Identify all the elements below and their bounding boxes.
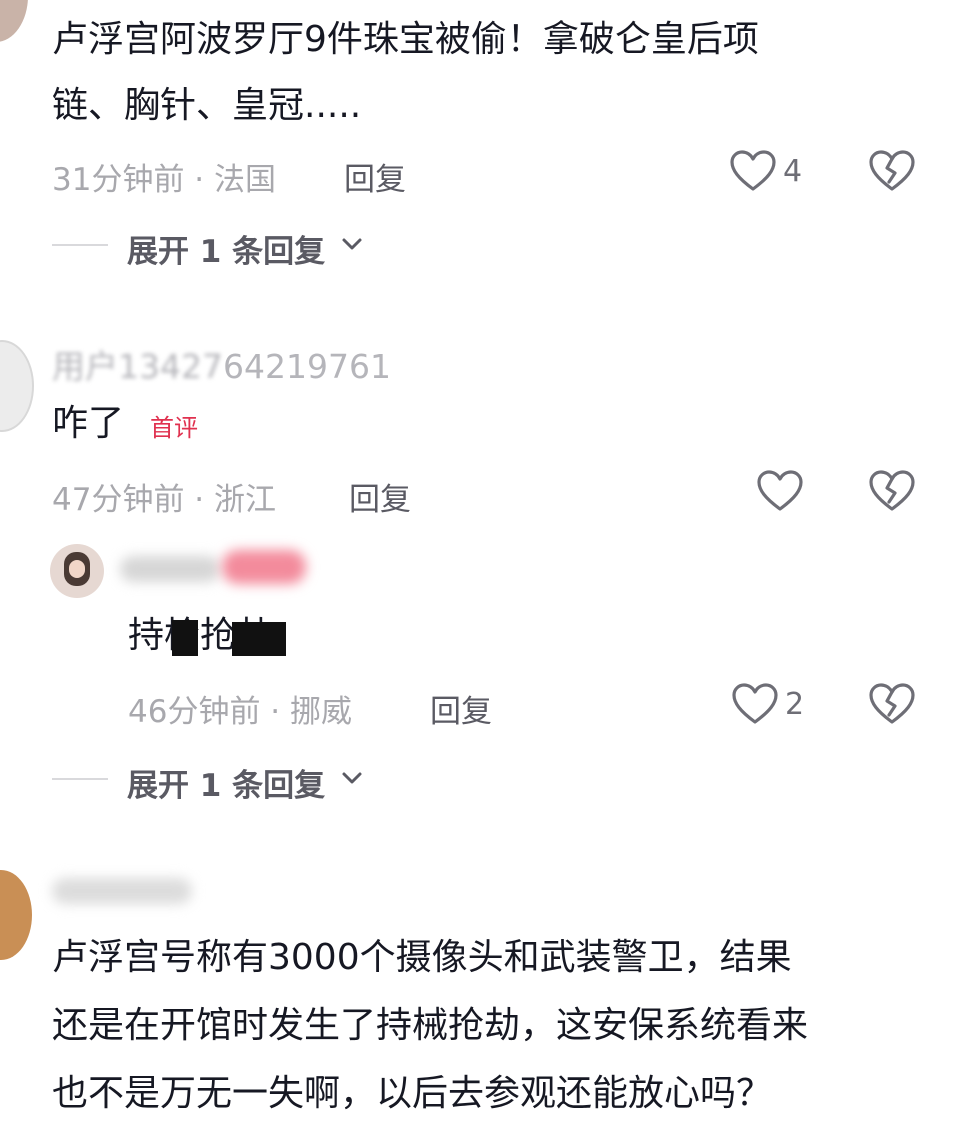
username-redacted bbox=[222, 550, 306, 584]
avatar[interactable] bbox=[0, 870, 32, 960]
text-redaction bbox=[232, 622, 286, 656]
reply-button[interactable]: 回复 bbox=[349, 474, 411, 519]
reply-button[interactable]: 回复 bbox=[344, 154, 406, 199]
comment-time-location: 47分钟前 · 浙江 bbox=[52, 482, 277, 518]
broken-heart-icon[interactable] bbox=[869, 470, 915, 512]
chevron-down-icon[interactable] bbox=[341, 236, 363, 252]
reply-time-location: 46分钟前 · 挪威 bbox=[128, 694, 353, 730]
reply-button[interactable]: 回复 bbox=[430, 686, 492, 731]
avatar[interactable] bbox=[0, 340, 34, 432]
like-count: 4 bbox=[783, 154, 803, 189]
expand-replies-button[interactable]: 展开 1 条回复 bbox=[127, 226, 325, 271]
heart-outline-icon[interactable] bbox=[732, 683, 778, 725]
chevron-down-icon[interactable] bbox=[341, 770, 363, 786]
username-tail: 64219761 bbox=[222, 347, 391, 386]
broken-heart-icon[interactable] bbox=[869, 683, 915, 725]
heart-outline-icon[interactable] bbox=[730, 150, 776, 192]
like-count: 2 bbox=[785, 687, 805, 722]
expand-divider bbox=[52, 244, 108, 246]
expand-divider bbox=[52, 778, 108, 780]
avatar[interactable] bbox=[50, 544, 104, 598]
comment-time-location: 31分钟前 · 法国 bbox=[52, 162, 277, 198]
username-redacted bbox=[120, 556, 220, 582]
username-redacted bbox=[52, 878, 192, 904]
comment-text-line1: 卢浮宫阿波罗厅9件珠宝被偷！拿破仑皇后项 bbox=[52, 19, 759, 60]
comment-text: 咋了 bbox=[52, 403, 125, 444]
comment-text-line2: 还是在开馆时发生了持械抢劫，这安保系统看来 bbox=[52, 1005, 809, 1046]
first-comment-badge: 首评 bbox=[150, 414, 198, 442]
avatar[interactable] bbox=[0, 0, 28, 42]
comment-text-line1: 卢浮宫号称有3000个摄像头和武装警卫，结果 bbox=[52, 937, 792, 978]
broken-heart-icon[interactable] bbox=[869, 150, 915, 192]
comment-text-line3: 也不是万无一失啊，以后去参观还能放心吗？ bbox=[52, 1073, 773, 1114]
avatar-face bbox=[69, 560, 85, 578]
comment-text-line2: 链、胸针、皇冠..... bbox=[52, 85, 362, 126]
username[interactable]: 用户1342764219761 bbox=[52, 340, 391, 388]
expand-replies-button[interactable]: 展开 1 条回复 bbox=[127, 760, 325, 805]
heart-outline-icon[interactable] bbox=[757, 470, 803, 512]
text-redaction bbox=[172, 620, 198, 656]
username-visible: 用户13427 bbox=[52, 347, 223, 386]
